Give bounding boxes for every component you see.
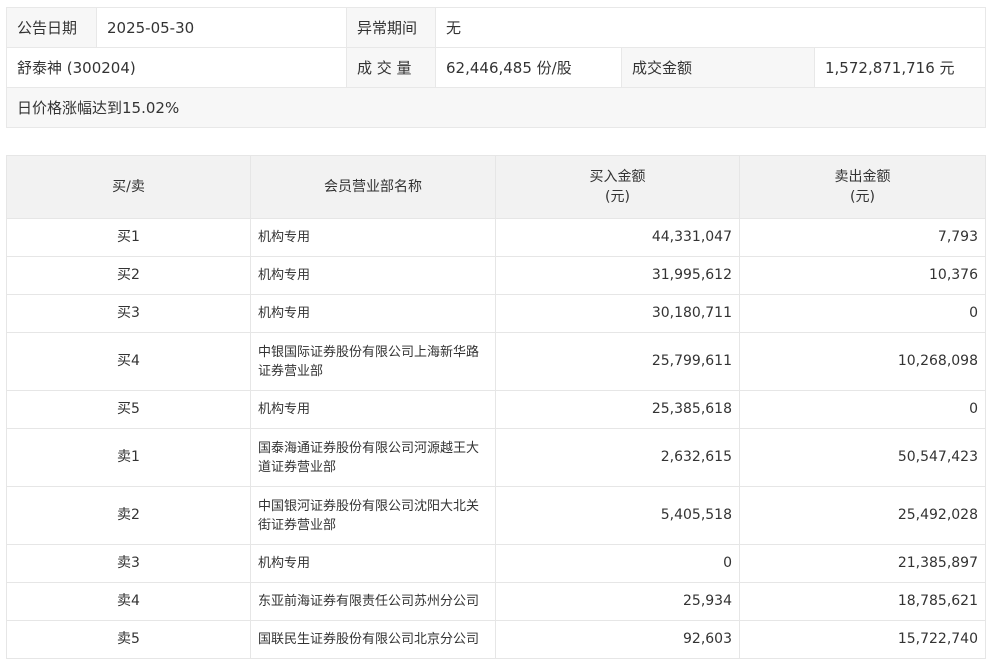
header-member: 会员营业部名称 xyxy=(250,155,496,219)
row-side: 买5 xyxy=(6,390,251,429)
row-member-name: 机构专用 xyxy=(250,218,496,257)
member-name-line2: 证券营业部 xyxy=(258,363,324,379)
member-name-line1: 中国银河证券股份有限公司沈阳大北关 xyxy=(258,498,480,514)
row-buy-amount: 31,995,612 xyxy=(495,256,740,295)
volume-value: 62,446,485 份/股 xyxy=(435,47,622,88)
stock-name: 舒泰神 (300204) xyxy=(6,47,347,88)
row-side: 卖1 xyxy=(6,428,251,487)
listing-reason: 日价格涨幅达到15.02% xyxy=(6,87,986,128)
row-member-name: 机构专用 xyxy=(250,390,496,429)
table-row: 买5 机构专用 25,385,618 0 xyxy=(6,390,986,429)
row-buy-amount: 30,180,711 xyxy=(495,294,740,333)
table-header-row: 买/卖 会员营业部名称 买入金额 (元) 卖出金额 (元) xyxy=(6,155,986,219)
table-row: 卖3 机构专用 0 21,385,897 xyxy=(6,544,986,583)
announce-date-value: 2025-05-30 xyxy=(96,7,347,48)
abnormal-period-value: 无 xyxy=(435,7,986,48)
row-sell-amount: 7,793 xyxy=(739,218,986,257)
row-buy-amount: 5,405,518 xyxy=(495,486,740,545)
row-buy-amount: 92,603 xyxy=(495,620,740,659)
trading-seats-table: 买/卖 会员营业部名称 买入金额 (元) 卖出金额 (元) 买1 机构专用 44,3… xyxy=(6,155,986,659)
row-member-name: 机构专用 xyxy=(250,544,496,583)
row-side: 卖3 xyxy=(6,544,251,583)
member-name-line1: 国联民生证券股份有限公司北京分公司 xyxy=(258,632,480,647)
member-name-line1: 机构专用 xyxy=(258,306,311,321)
row-side: 买2 xyxy=(6,256,251,295)
table-row: 卖4 东亚前海证券有限责任公司苏州分公司 25,934 18,785,621 xyxy=(6,582,986,621)
header-side: 买/卖 xyxy=(6,155,251,219)
row-buy-amount: 2,632,615 xyxy=(495,428,740,487)
row-sell-amount: 15,722,740 xyxy=(739,620,986,659)
row-sell-amount: 10,376 xyxy=(739,256,986,295)
row-member-name: 中银国际证券股份有限公司上海新华路 证券营业部 xyxy=(250,332,496,391)
announce-date-label: 公告日期 xyxy=(6,7,97,48)
info-row-volume: 舒泰神 (300204) 成 交 量 62,446,485 份/股 成交金额 1… xyxy=(6,47,986,88)
table-row: 买2 机构专用 31,995,612 10,376 xyxy=(6,256,986,295)
row-buy-amount: 25,934 xyxy=(495,582,740,621)
row-sell-amount: 18,785,621 xyxy=(739,582,986,621)
table-row: 卖5 国联民生证券股份有限公司北京分公司 92,603 15,722,740 xyxy=(6,620,986,659)
row-buy-amount: 0 xyxy=(495,544,740,583)
row-buy-amount: 25,799,611 xyxy=(495,332,740,391)
table-row: 买3 机构专用 30,180,711 0 xyxy=(6,294,986,333)
row-side: 买4 xyxy=(6,332,251,391)
table-row: 卖1 国泰海通证券股份有限公司河源越王大 道证券营业部 2,632,615 50,… xyxy=(6,428,986,487)
member-name-line1: 东亚前海证券有限责任公司苏州分公司 xyxy=(258,594,480,609)
volume-label: 成 交 量 xyxy=(346,47,436,88)
table-row: 买1 机构专用 44,331,047 7,793 xyxy=(6,218,986,257)
row-side: 卖4 xyxy=(6,582,251,621)
abnormal-period-label: 异常期间 xyxy=(346,7,436,48)
header-buy-line2: (元) xyxy=(605,189,630,205)
table-row: 买4 中银国际证券股份有限公司上海新华路 证券营业部 25,799,611 10,… xyxy=(6,332,986,391)
member-name-line1: 机构专用 xyxy=(258,402,311,417)
row-member-name: 东亚前海证券有限责任公司苏州分公司 xyxy=(250,582,496,621)
row-member-name: 国泰海通证券股份有限公司河源越王大 道证券营业部 xyxy=(250,428,496,487)
info-row-reason: 日价格涨幅达到15.02% xyxy=(6,87,986,128)
header-buy-line1: 买入金额 xyxy=(589,169,646,185)
row-sell-amount: 0 xyxy=(739,294,986,333)
turnover-label: 成交金额 xyxy=(621,47,815,88)
row-sell-amount: 21,385,897 xyxy=(739,544,986,583)
header-sell-amount: 卖出金额 (元) xyxy=(739,155,986,219)
row-side: 买1 xyxy=(6,218,251,257)
header-sell-line1: 卖出金额 xyxy=(834,169,891,185)
row-sell-amount: 50,547,423 xyxy=(739,428,986,487)
row-sell-amount: 25,492,028 xyxy=(739,486,986,545)
row-side: 买3 xyxy=(6,294,251,333)
member-name-line2: 街证券营业部 xyxy=(258,517,337,533)
row-sell-amount: 0 xyxy=(739,390,986,429)
member-name-line1: 中银国际证券股份有限公司上海新华路 xyxy=(258,344,480,360)
row-sell-amount: 10,268,098 xyxy=(739,332,986,391)
announcement-info-table: 公告日期 2025-05-30 异常期间 无 舒泰神 (300204) 成 交 … xyxy=(6,7,986,128)
row-side: 卖2 xyxy=(6,486,251,545)
member-name-line1: 机构专用 xyxy=(258,268,311,283)
row-buy-amount: 25,385,618 xyxy=(495,390,740,429)
row-side: 卖5 xyxy=(6,620,251,659)
table-row: 卖2 中国银河证券股份有限公司沈阳大北关 街证券营业部 5,405,518 25,… xyxy=(6,486,986,545)
row-member-name: 机构专用 xyxy=(250,294,496,333)
row-member-name: 机构专用 xyxy=(250,256,496,295)
member-name-line1: 机构专用 xyxy=(258,556,311,571)
row-buy-amount: 44,331,047 xyxy=(495,218,740,257)
header-sell-line2: (元) xyxy=(850,189,875,205)
info-row-date: 公告日期 2025-05-30 异常期间 无 xyxy=(6,7,986,48)
member-name-line1: 机构专用 xyxy=(258,230,311,245)
header-buy-amount: 买入金额 (元) xyxy=(495,155,740,219)
row-member-name: 国联民生证券股份有限公司北京分公司 xyxy=(250,620,496,659)
member-name-line2: 道证券营业部 xyxy=(258,459,337,475)
member-name-line1: 国泰海通证券股份有限公司河源越王大 xyxy=(258,440,480,456)
turnover-value: 1,572,871,716 元 xyxy=(814,47,986,88)
row-member-name: 中国银河证券股份有限公司沈阳大北关 街证券营业部 xyxy=(250,486,496,545)
